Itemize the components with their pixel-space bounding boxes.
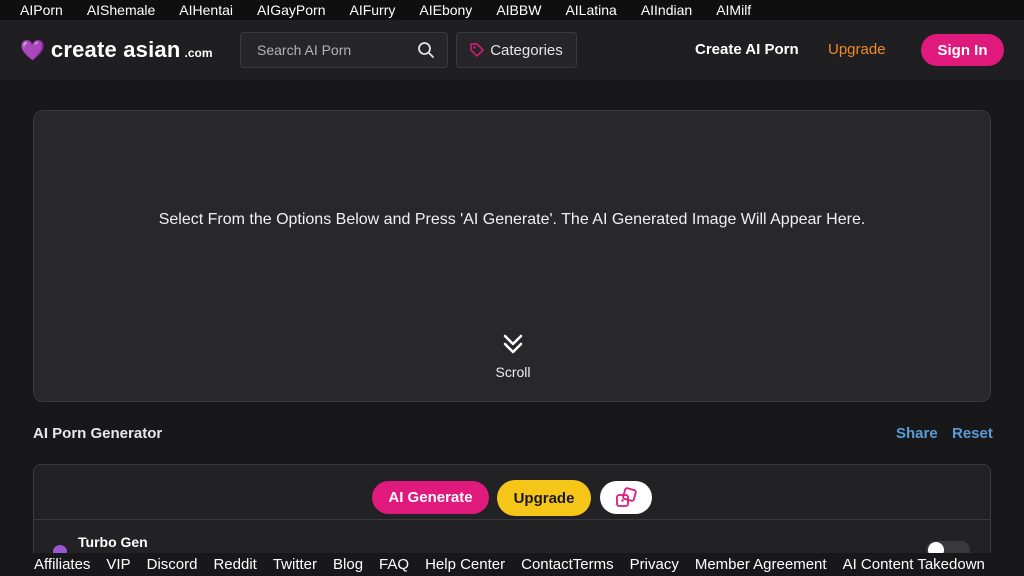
create-ai-porn-link[interactable]: Create AI Porn: [695, 41, 799, 58]
top-nav-link[interactable]: AIHentai: [179, 2, 233, 18]
chevron-double-down-icon: [503, 334, 523, 354]
dice-icon: [616, 486, 637, 507]
footer-link[interactable]: Member Agreement: [695, 556, 827, 573]
top-nav-link[interactable]: AIBBW: [496, 2, 541, 18]
footer-link[interactable]: Twitter: [273, 556, 317, 573]
site-logo[interactable]: 💜 create asian .com: [20, 37, 213, 63]
site-header: 💜 create asian .com Categories Create AI…: [0, 20, 1024, 80]
reset-link[interactable]: Reset: [952, 425, 993, 442]
heart-icon: 💜: [20, 40, 45, 62]
top-nav-link[interactable]: AIIndian: [641, 2, 692, 18]
upgrade-link[interactable]: Upgrade: [828, 41, 886, 58]
footer-link[interactable]: Privacy: [630, 556, 679, 573]
categories-label: Categories: [490, 41, 563, 59]
top-nav-link[interactable]: AIFurry: [349, 2, 395, 18]
footer-link[interactable]: Blog: [333, 556, 363, 573]
footer-link[interactable]: FAQ: [379, 556, 409, 573]
site-footer: Affiliates VIP Discord Reddit Twitter Bl…: [0, 553, 1024, 576]
scroll-label: Scroll: [495, 364, 531, 380]
top-nav-link[interactable]: AILatina: [565, 2, 616, 18]
footer-link[interactable]: VIP: [106, 556, 130, 573]
upgrade-button[interactable]: Upgrade: [497, 480, 591, 516]
tag-icon: [470, 43, 484, 57]
generator-title: AI Porn Generator: [33, 425, 163, 442]
top-nav: AIPorn AIShemale AIHentai AIGayPorn AIFu…: [0, 0, 1024, 20]
panel-divider: [34, 519, 990, 520]
search-input[interactable]: [257, 42, 417, 58]
top-nav-link[interactable]: AIShemale: [87, 2, 155, 18]
footer-link[interactable]: Reddit: [213, 556, 256, 573]
search-icon[interactable]: [417, 41, 435, 59]
turbo-gen-label: Turbo Gen: [78, 534, 148, 550]
logo-suffix: .com: [184, 46, 213, 60]
share-link[interactable]: Share: [896, 425, 938, 442]
footer-link[interactable]: Help Center: [425, 556, 505, 573]
top-nav-link[interactable]: AIPorn: [20, 2, 63, 18]
sign-in-button[interactable]: Sign In: [921, 34, 1004, 66]
categories-button[interactable]: Categories: [456, 32, 577, 68]
randomize-button[interactable]: [600, 481, 652, 514]
scroll-indicator[interactable]: Scroll: [494, 333, 532, 380]
search-box: [240, 32, 448, 68]
footer-link[interactable]: ContactTerms: [521, 556, 614, 573]
image-preview-area: Select From the Options Below and Press …: [33, 110, 991, 402]
preview-message: Select From the Options Below and Press …: [158, 211, 866, 228]
footer-link[interactable]: Affiliates: [34, 556, 90, 573]
top-nav-link[interactable]: AIEbony: [419, 2, 472, 18]
ai-generate-button[interactable]: AI Generate: [372, 481, 489, 514]
logo-name: create asian: [50, 37, 181, 62]
top-nav-link[interactable]: AIMilf: [716, 2, 751, 18]
footer-link[interactable]: Discord: [147, 556, 198, 573]
top-nav-link[interactable]: AIGayPorn: [257, 2, 325, 18]
footer-link[interactable]: AI Content Takedown: [843, 556, 985, 573]
